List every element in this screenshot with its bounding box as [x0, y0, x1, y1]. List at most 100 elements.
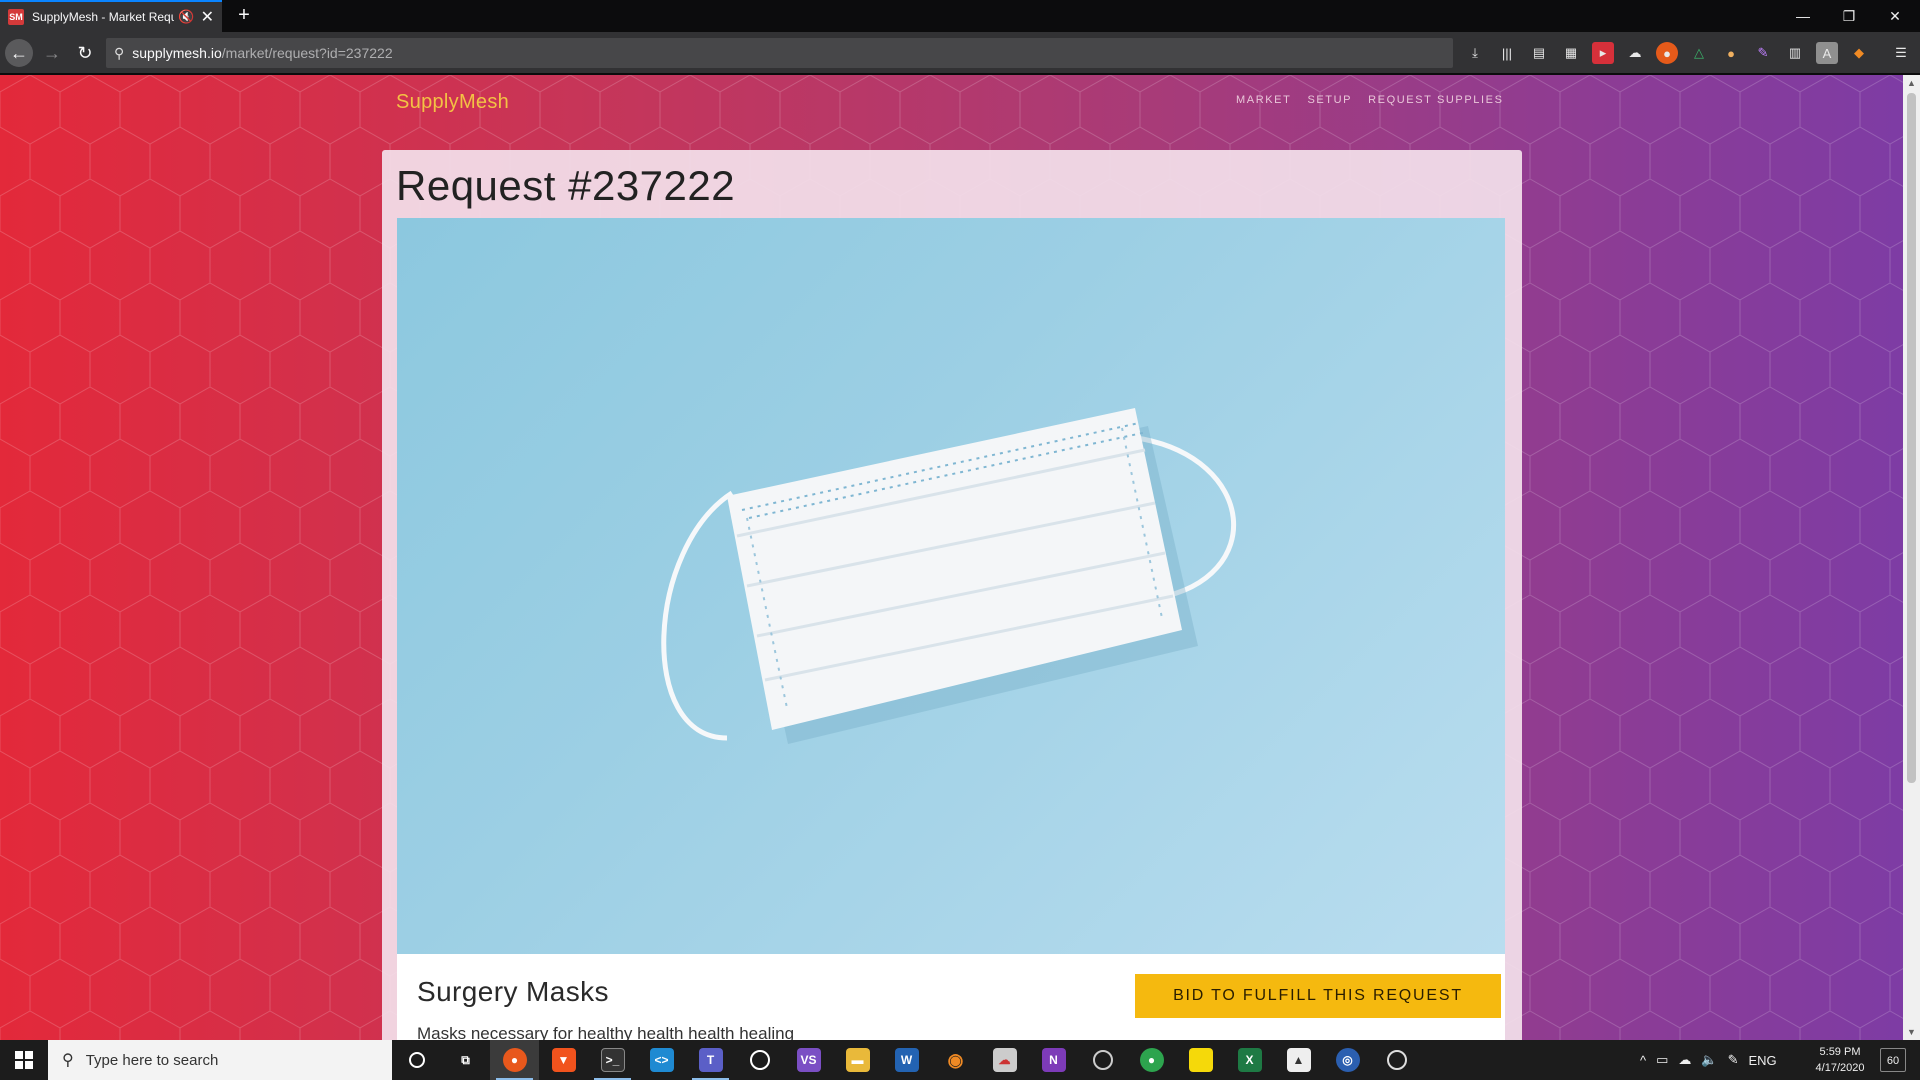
teams-icon: T [698, 1048, 723, 1072]
window-restore-button[interactable]: ❐ [1826, 0, 1872, 32]
nav-request-supplies-link[interactable]: REQUEST SUPPLIES [1368, 94, 1503, 106]
taskbar-chrome-app[interactable]: ● [1127, 1040, 1176, 1080]
taskbar-vscode[interactable]: <> [637, 1040, 686, 1080]
vscode-icon: <> [649, 1048, 674, 1072]
taskbar-blender[interactable]: ◉ [931, 1040, 980, 1080]
taskbar-sticky-notes[interactable] [1176, 1040, 1225, 1080]
menu-icon[interactable]: ☰ [1890, 42, 1912, 64]
taskbar-search-box[interactable]: ⚲ Type here to search [48, 1040, 392, 1080]
request-detail-panel: Surgery Masks Masks necessary for health… [397, 954, 1505, 1040]
web-page: SupplyMesh MARKET SETUP REQUEST SUPPLIES… [0, 75, 1920, 1040]
url-path: /market/request?id=237222 [221, 45, 393, 61]
taskbar-brave[interactable]: ▼ [539, 1040, 588, 1080]
item-name: Surgery Masks [417, 976, 609, 1007]
document-app-icon: W [894, 1048, 919, 1072]
taskbar-image-viewer[interactable] [1372, 1040, 1421, 1080]
network-icon[interactable]: ▭ [1656, 1052, 1668, 1068]
address-bar[interactable]: ⚲ supplymesh.io /market/request?id=23722… [106, 38, 1453, 68]
obs-icon [1092, 1050, 1113, 1070]
tab-muted-audio-icon[interactable]: 🔇 [178, 9, 194, 25]
brave-icon: ▼ [551, 1048, 576, 1072]
taskbar-clock[interactable]: 5:59 PM 4/17/2020 [1800, 1044, 1880, 1076]
alarm-clock-icon [749, 1050, 770, 1070]
browser-tab-bar: SM SupplyMesh - Market Requ 🔇 ✕ + — ❐ ✕ [0, 0, 1920, 32]
page-title: Request #237222 [396, 162, 736, 209]
notification-center-button[interactable]: 60 [1880, 1048, 1906, 1072]
windows-logo-icon [15, 1051, 33, 1069]
forward-button[interactable]: → [38, 39, 66, 67]
scroll-up-arrow-icon[interactable]: ▲ [1903, 75, 1920, 91]
taskbar-excel[interactable]: X [1225, 1040, 1274, 1080]
language-indicator[interactable]: ENG [1749, 1053, 1777, 1068]
blender-icon: ◉ [947, 1049, 964, 1070]
photos-icon: ▲ [1286, 1048, 1311, 1072]
taskbar-obs[interactable] [1078, 1040, 1127, 1080]
nav-market-link[interactable]: MARKET [1236, 94, 1291, 106]
taskbar-onenote[interactable]: N [1029, 1040, 1078, 1080]
color-picker-icon[interactable]: ✎ [1752, 42, 1774, 64]
sticky-notes-icon [1188, 1048, 1213, 1072]
taskbar-apps: ⧉ ● ▼ >_ <> T VS ▬ W ◉ ☁ N ● X ▲ ◎ [392, 1040, 1421, 1080]
browser-tab-active[interactable]: SM SupplyMesh - Market Requ 🔇 ✕ [0, 0, 222, 32]
reload-icon: ↻ [77, 42, 93, 63]
privacy-extension-icon[interactable]: ☁ [1624, 42, 1646, 64]
onenote-icon: N [1041, 1048, 1066, 1072]
grid-icon[interactable]: ▦ [1560, 42, 1582, 64]
volume-muted-icon[interactable]: 🔈 [1701, 1052, 1717, 1068]
reload-button[interactable]: ↻ [71, 39, 99, 67]
arrow-right-icon: → [43, 42, 61, 63]
product-image [397, 218, 1505, 954]
triangle-extension-icon[interactable]: △ [1688, 42, 1710, 64]
url-host: supplymesh.io [132, 45, 222, 61]
taskbar-visual-studio[interactable]: VS [784, 1040, 833, 1080]
taskbar-terminal[interactable]: >_ [588, 1040, 637, 1080]
pen-icon[interactable]: ✎ [1728, 1052, 1739, 1068]
scroll-down-arrow-icon[interactable]: ▼ [1903, 1024, 1920, 1040]
tab-close-icon[interactable]: ✕ [201, 7, 214, 27]
windows-taskbar: ⚲ Type here to search ⧉ ● ▼ >_ <> T VS ▬… [0, 1040, 1920, 1080]
window-minimize-button[interactable]: — [1780, 0, 1826, 32]
taskbar-word-app[interactable]: W [882, 1040, 931, 1080]
taskbar-browser-app[interactable]: ◎ [1323, 1040, 1372, 1080]
download-icon[interactable]: ⤓ [1464, 42, 1486, 64]
onedrive-cloud-icon[interactable]: ☁ [1678, 1052, 1691, 1068]
scrollbar-thumb[interactable] [1907, 93, 1916, 783]
capsule-extension-icon[interactable]: ● [1720, 42, 1742, 64]
sidebar-icon[interactable]: ▤ [1528, 42, 1550, 64]
task-view-button[interactable]: ⧉ [441, 1040, 490, 1080]
firefox-icon: ● [502, 1048, 527, 1072]
back-button[interactable]: ← [5, 39, 33, 67]
barcode-icon[interactable]: ▥ [1784, 42, 1806, 64]
taskbar-alarm-app[interactable] [735, 1040, 784, 1080]
cortana-button[interactable] [392, 1040, 441, 1080]
video-extension-icon[interactable]: ▸ [1592, 42, 1614, 64]
site-logo[interactable]: SupplyMesh [396, 91, 509, 114]
item-description: Masks necessary for healthy health healt… [417, 1024, 795, 1040]
fox-extension-icon[interactable]: ◆ [1848, 42, 1870, 64]
folder-icon: ▬ [845, 1048, 870, 1072]
taskbar-firefox[interactable]: ● [490, 1040, 539, 1080]
request-card: Request #237222 Surgery Masks Masks nece… [382, 150, 1522, 1040]
taskbar-file-explorer[interactable]: ▬ [833, 1040, 882, 1080]
nav-setup-link[interactable]: SETUP [1307, 94, 1352, 106]
new-tab-button[interactable]: + [232, 4, 256, 28]
task-view-icon: ⧉ [461, 1052, 470, 1067]
window-close-button[interactable]: ✕ [1872, 0, 1918, 32]
bid-to-fulfill-button[interactable]: BID TO FULFILL THIS REQUEST [1135, 974, 1501, 1018]
taskbar-photos[interactable]: ▲ [1274, 1040, 1323, 1080]
show-hidden-icons-chevron-icon[interactable]: ^ [1640, 1053, 1646, 1068]
page-scrollbar[interactable]: ▲ ▼ [1903, 75, 1920, 1040]
library-icon[interactable]: ||| [1496, 42, 1518, 64]
taskbar-teams[interactable]: T [686, 1040, 735, 1080]
supplymesh-favicon-icon: SM [8, 9, 24, 25]
shield-extension-icon[interactable]: ● [1656, 42, 1678, 64]
notes-extension-icon[interactable]: A [1816, 42, 1838, 64]
site-nav: MARKET SETUP REQUEST SUPPLIES [1236, 94, 1504, 106]
start-button[interactable] [0, 1040, 48, 1080]
taskbar-cloud-app[interactable]: ☁ [980, 1040, 1029, 1080]
search-icon: ⚲ [114, 44, 125, 61]
cortana-circle-icon [408, 1052, 425, 1068]
search-placeholder: Type here to search [85, 1051, 219, 1069]
surgical-mask-illustration [661, 408, 1237, 744]
tab-title: SupplyMesh - Market Requ [32, 10, 175, 24]
